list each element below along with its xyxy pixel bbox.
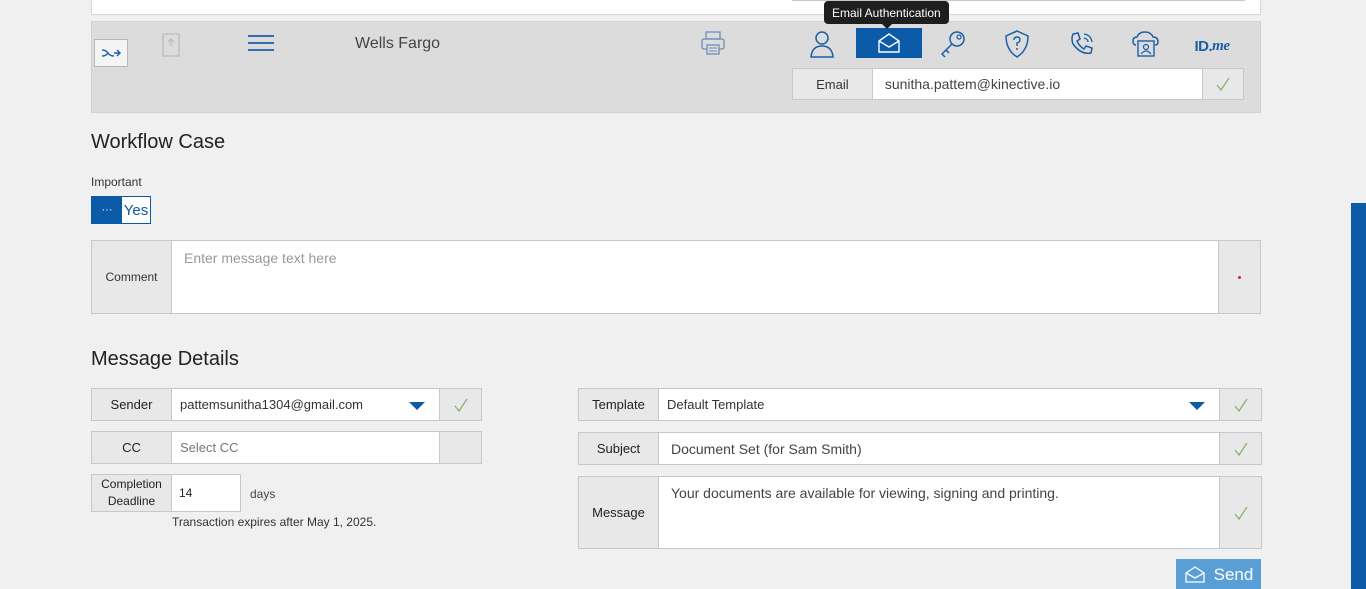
email-auth-row: Email sunitha.pattem@kinective.io — [792, 68, 1244, 100]
envelope-icon — [878, 33, 900, 53]
message-check-cell — [1220, 476, 1262, 549]
check-icon — [1216, 77, 1230, 92]
template-select[interactable]: Default Template — [659, 388, 1220, 421]
message-details-title: Message Details — [91, 348, 239, 370]
sender-row: Sender pattemsunitha1304@gmail.com — [91, 388, 482, 421]
key-auth-button[interactable] — [937, 28, 969, 60]
template-label: Template — [578, 388, 659, 421]
comment-label: Comment — [91, 240, 172, 314]
send-label: Send — [1213, 565, 1254, 584]
document-button[interactable] — [158, 30, 184, 60]
message-label: Message — [578, 476, 659, 549]
check-icon — [1233, 506, 1248, 520]
subject-row: Subject Document Set (for Sam Smith) — [578, 432, 1262, 465]
email-authentication-button[interactable] — [856, 28, 922, 58]
idme-label-suffix: me — [1212, 37, 1230, 54]
person-auth-button[interactable] — [806, 28, 838, 60]
cc-select[interactable]: Select CC — [172, 431, 440, 464]
print-button[interactable] — [698, 28, 728, 58]
organization-name: Wells Fargo — [355, 35, 441, 52]
person-icon — [810, 31, 834, 58]
subject-field[interactable]: Document Set (for Sam Smith) — [659, 432, 1220, 465]
email-authentication-tooltip: Email Authentication — [824, 1, 949, 29]
sender-check-cell — [440, 388, 482, 421]
important-toggle[interactable]: ··· Yes — [91, 196, 151, 224]
required-dot — [1238, 275, 1241, 279]
sender-select[interactable]: pattemsunitha1304@gmail.com — [172, 388, 440, 421]
completion-deadline-row: Completion Deadline 14 — [91, 474, 241, 512]
security-question-button[interactable] — [1001, 28, 1033, 60]
shield-question-icon — [1005, 30, 1029, 58]
subject-label: Subject — [578, 432, 659, 465]
cc-label: CC — [91, 431, 172, 464]
completion-deadline-input[interactable]: 14 — [172, 474, 241, 512]
check-icon — [1233, 398, 1248, 412]
cloud-person-icon — [1132, 31, 1159, 57]
message-textarea[interactable]: Your documents are available for viewing… — [659, 476, 1220, 549]
phone-auth-button[interactable] — [1066, 28, 1098, 60]
previous-check-cell — [1205, 0, 1245, 1]
sender-label: Sender — [91, 388, 172, 421]
toggle-knob: ··· — [92, 197, 122, 223]
comment-row: Comment Enter message text here — [91, 240, 1261, 314]
send-button[interactable]: Send — [1176, 559, 1261, 589]
important-label: Important — [91, 175, 142, 189]
template-value: Default Template — [667, 397, 765, 412]
cloud-identity-button[interactable] — [1130, 28, 1162, 60]
email-field[interactable]: sunitha.pattem@kinective.io — [872, 68, 1204, 100]
phone-icon — [1071, 32, 1093, 55]
key-icon — [940, 31, 965, 58]
email-label: Email — [792, 68, 873, 100]
sender-value: pattemsunitha1304@gmail.com — [180, 397, 364, 412]
template-row: Template Default Template — [578, 388, 1262, 421]
chevron-down-icon — [1189, 402, 1205, 410]
workflow-case-title: Workflow Case — [91, 131, 226, 153]
exit-button[interactable] — [94, 39, 128, 67]
envelope-icon — [1184, 566, 1205, 583]
hamburger-menu-icon — [248, 35, 274, 51]
printer-icon — [701, 31, 725, 55]
idme-label: ID. — [1194, 37, 1213, 55]
subject-check-cell — [1220, 432, 1262, 465]
exit-icon — [101, 49, 121, 57]
cc-row: CC Select CC — [91, 431, 482, 464]
deadline-unit: days — [250, 487, 276, 501]
check-icon — [453, 398, 468, 412]
check-icon — [1233, 442, 1248, 456]
auth-toolbar: Wells Fargo ID. me Email sunitha.pattem@k… — [91, 21, 1261, 113]
toggle-value: Yes — [123, 201, 149, 219]
comment-required-cell — [1219, 240, 1261, 314]
expiry-note: Transaction expires after May 1, 2025. — [172, 515, 377, 529]
menu-button[interactable] — [247, 32, 275, 54]
idme-button[interactable]: ID. me — [1189, 36, 1235, 56]
email-check-cell — [1203, 68, 1244, 100]
completion-deadline-label: Completion Deadline — [91, 474, 172, 512]
previous-section-remnant — [91, 0, 1261, 15]
cc-check-cell — [440, 431, 482, 464]
chevron-down-icon — [409, 402, 425, 410]
message-row: Message Your documents are available for… — [578, 476, 1262, 549]
comment-input[interactable]: Enter message text here — [172, 240, 1219, 314]
document-icon — [162, 33, 180, 57]
template-check-cell — [1220, 388, 1262, 421]
page-scrollbar[interactable] — [1351, 203, 1366, 589]
